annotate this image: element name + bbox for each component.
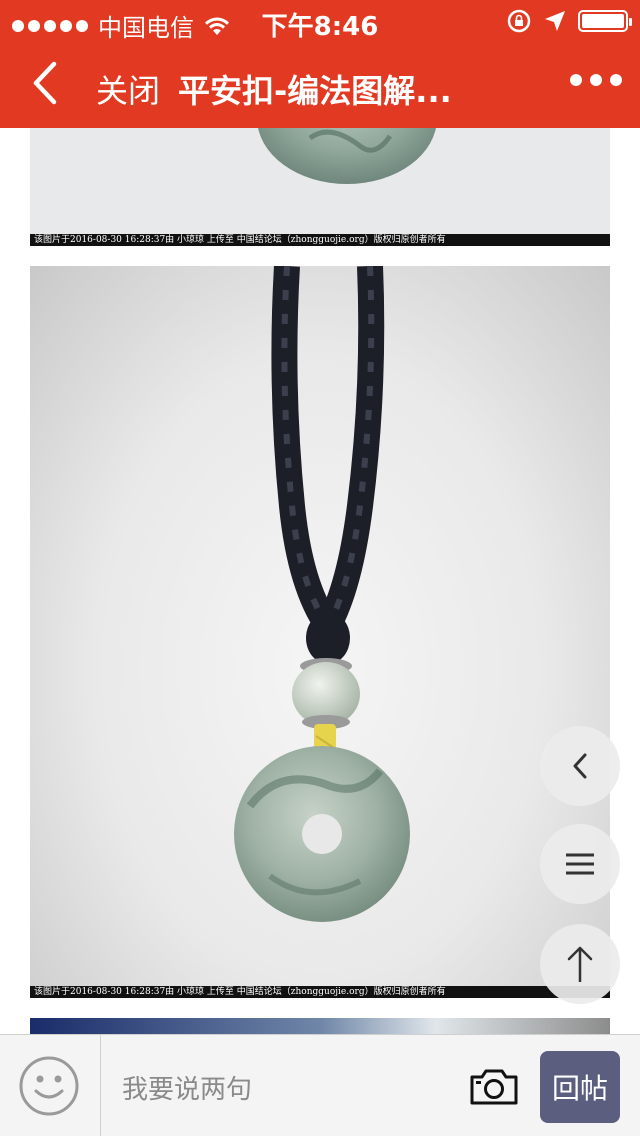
- arrow-up-icon: [567, 946, 593, 982]
- post-image-2[interactable]: 该图片于2016-08-30 16:28:37由 小琼琼 上传至 中国结论坛（z…: [30, 266, 610, 998]
- emoji-button[interactable]: [18, 1055, 80, 1117]
- close-button[interactable]: 关闭: [96, 66, 160, 112]
- jade-pendant-necklace-image: [234, 266, 410, 922]
- camera-button[interactable]: [468, 1067, 520, 1107]
- back-button[interactable]: [20, 58, 70, 108]
- divider: [100, 1035, 101, 1136]
- status-bar: 中国电信 下午8:46: [0, 0, 640, 42]
- app-header: 中国电信 下午8:46 关闭 平安扣-编法图解...: [0, 0, 640, 128]
- previous-button[interactable]: [540, 726, 620, 806]
- more-button[interactable]: [570, 74, 622, 86]
- post-image-1[interactable]: 该图片于2016-08-30 16:28:37由 小琼琼 上传至 中国结论坛（z…: [30, 128, 610, 246]
- more-dot: [590, 74, 602, 86]
- image-caption: 该图片于2016-08-30 16:28:37由 小琼琼 上传至 中国结论坛（z…: [30, 986, 610, 998]
- more-dot: [570, 74, 582, 86]
- hamburger-menu-icon: [566, 853, 594, 875]
- chevron-left-icon: [573, 753, 587, 779]
- rotation-lock-icon: [507, 9, 531, 33]
- jade-pendant-image: [258, 128, 436, 184]
- post-image-3[interactable]: [30, 1018, 610, 1034]
- battery-icon: [578, 10, 632, 32]
- camera-icon: [470, 1069, 518, 1105]
- more-dot: [610, 74, 622, 86]
- post-reply-button[interactable]: 回帖: [540, 1051, 620, 1123]
- image-caption: 该图片于2016-08-30 16:28:37由 小琼琼 上传至 中国结论坛（z…: [30, 234, 610, 246]
- post-content[interactable]: 该图片于2016-08-30 16:28:37由 小琼琼 上传至 中国结论坛（z…: [0, 128, 640, 1034]
- scroll-to-top-button[interactable]: [540, 924, 620, 1004]
- menu-button[interactable]: [540, 824, 620, 904]
- location-arrow-icon: [545, 11, 565, 31]
- smiley-icon: [19, 1056, 79, 1116]
- chevron-left-icon: [33, 61, 57, 105]
- status-right: [506, 8, 632, 34]
- page-title: 平安扣-编法图解...: [178, 72, 452, 110]
- reply-input[interactable]: 我要说两句: [122, 1069, 442, 1106]
- reply-bar: 我要说两句 回帖: [0, 1034, 640, 1136]
- nav-bar: 关闭 平安扣-编法图解...: [0, 40, 640, 128]
